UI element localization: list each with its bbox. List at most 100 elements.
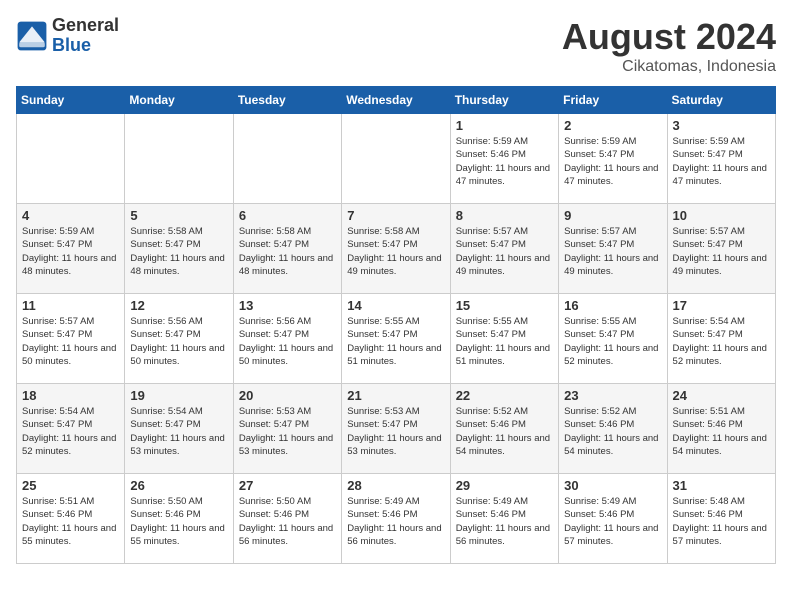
day-info: Sunrise: 5:57 AM Sunset: 5:47 PM Dayligh… <box>673 225 770 278</box>
day-number: 29 <box>456 478 553 493</box>
calendar-cell: 24Sunrise: 5:51 AM Sunset: 5:46 PM Dayli… <box>667 384 775 474</box>
day-number: 25 <box>22 478 119 493</box>
header-sunday: Sunday <box>17 87 125 114</box>
day-number: 26 <box>130 478 227 493</box>
calendar-cell: 30 Sunrise: 5:49 AM Sunset: 5:46 PM Dayli… <box>559 474 667 564</box>
day-info: Sunrise: 5:51 AM Sunset: 5:46 PM Dayligh… <box>22 495 119 548</box>
calendar-cell: 31Sunrise: 5:48 AM Sunset: 5:46 PM Dayli… <box>667 474 775 564</box>
day-number: 1 <box>456 118 553 133</box>
calendar-cell: 8 Sunrise: 5:57 AM Sunset: 5:47 PM Daylig… <box>450 204 558 294</box>
day-number: 22 <box>456 388 553 403</box>
day-info: Sunrise: 5:54 AM Sunset: 5:47 PM Dayligh… <box>22 405 119 458</box>
day-info: Sunrise: 5:55 AM Sunset: 5:47 PM Dayligh… <box>347 315 444 368</box>
day-info: Sunrise: 5:58 AM Sunset: 5:47 PM Dayligh… <box>347 225 444 278</box>
day-info: Sunrise: 5:49 AM Sunset: 5:46 PM Dayligh… <box>564 495 661 548</box>
day-number: 8 <box>456 208 553 223</box>
day-number: 2 <box>564 118 661 133</box>
calendar-cell: 1 Sunrise: 5:59 AM Sunset: 5:46 PM Daylig… <box>450 114 558 204</box>
calendar-cell: 25 Sunrise: 5:51 AM Sunset: 5:46 PM Dayli… <box>17 474 125 564</box>
calendar-cell: 9Sunrise: 5:57 AM Sunset: 5:47 PM Daylig… <box>559 204 667 294</box>
calendar-cell: 23 Sunrise: 5:52 AM Sunset: 5:46 PM Dayli… <box>559 384 667 474</box>
calendar-cell: 7 Sunrise: 5:58 AM Sunset: 5:47 PM Daylig… <box>342 204 450 294</box>
week-row-2: 11Sunrise: 5:57 AM Sunset: 5:47 PM Dayli… <box>17 294 776 384</box>
day-number: 10 <box>673 208 770 223</box>
day-info: Sunrise: 5:52 AM Sunset: 5:46 PM Dayligh… <box>564 405 661 458</box>
calendar-cell: 20Sunrise: 5:53 AM Sunset: 5:47 PM Dayli… <box>233 384 341 474</box>
day-info: Sunrise: 5:54 AM Sunset: 5:47 PM Dayligh… <box>673 315 770 368</box>
day-info: Sunrise: 5:55 AM Sunset: 5:47 PM Dayligh… <box>564 315 661 368</box>
day-number: 12 <box>130 298 227 313</box>
day-info: Sunrise: 5:59 AM Sunset: 5:46 PM Dayligh… <box>456 135 553 188</box>
day-info: Sunrise: 5:56 AM Sunset: 5:47 PM Dayligh… <box>239 315 336 368</box>
day-number: 17 <box>673 298 770 313</box>
day-header-row: SundayMondayTuesdayWednesdayThursdayFrid… <box>17 87 776 114</box>
calendar-cell: 2 Sunrise: 5:59 AM Sunset: 5:47 PM Daylig… <box>559 114 667 204</box>
calendar-cell: 19 Sunrise: 5:54 AM Sunset: 5:47 PM Dayli… <box>125 384 233 474</box>
day-info: Sunrise: 5:57 AM Sunset: 5:47 PM Dayligh… <box>22 315 119 368</box>
title-area: August 2024 Cikatomas, Indonesia <box>562 16 776 76</box>
header-tuesday: Tuesday <box>233 87 341 114</box>
day-number: 18 <box>22 388 119 403</box>
calendar-cell: 14 Sunrise: 5:55 AM Sunset: 5:47 PM Dayli… <box>342 294 450 384</box>
calendar-subtitle: Cikatomas, Indonesia <box>562 58 776 76</box>
day-info: Sunrise: 5:51 AM Sunset: 5:46 PM Dayligh… <box>673 405 770 458</box>
calendar-table: SundayMondayTuesdayWednesdayThursdayFrid… <box>16 86 776 564</box>
calendar-cell: 22Sunrise: 5:52 AM Sunset: 5:46 PM Dayli… <box>450 384 558 474</box>
day-number: 19 <box>130 388 227 403</box>
week-row-4: 25 Sunrise: 5:51 AM Sunset: 5:46 PM Dayli… <box>17 474 776 564</box>
week-row-1: 4 Sunrise: 5:59 AM Sunset: 5:47 PM Daylig… <box>17 204 776 294</box>
calendar-cell: 13Sunrise: 5:56 AM Sunset: 5:47 PM Dayli… <box>233 294 341 384</box>
logo: General Blue <box>16 16 119 56</box>
header-saturday: Saturday <box>667 87 775 114</box>
calendar-cell: 18 Sunrise: 5:54 AM Sunset: 5:47 PM Dayli… <box>17 384 125 474</box>
day-number: 5 <box>130 208 227 223</box>
header-wednesday: Wednesday <box>342 87 450 114</box>
day-info: Sunrise: 5:59 AM Sunset: 5:47 PM Dayligh… <box>673 135 770 188</box>
day-info: Sunrise: 5:58 AM Sunset: 5:47 PM Dayligh… <box>239 225 336 278</box>
day-number: 14 <box>347 298 444 313</box>
day-number: 27 <box>239 478 336 493</box>
day-info: Sunrise: 5:54 AM Sunset: 5:47 PM Dayligh… <box>130 405 227 458</box>
calendar-cell: 5 Sunrise: 5:58 AM Sunset: 5:47 PM Daylig… <box>125 204 233 294</box>
day-number: 31 <box>673 478 770 493</box>
calendar-cell: 3Sunrise: 5:59 AM Sunset: 5:47 PM Daylig… <box>667 114 775 204</box>
day-info: Sunrise: 5:58 AM Sunset: 5:47 PM Dayligh… <box>130 225 227 278</box>
day-info: Sunrise: 5:50 AM Sunset: 5:46 PM Dayligh… <box>239 495 336 548</box>
header-thursday: Thursday <box>450 87 558 114</box>
day-info: Sunrise: 5:55 AM Sunset: 5:47 PM Dayligh… <box>456 315 553 368</box>
calendar-cell: 15Sunrise: 5:55 AM Sunset: 5:47 PM Dayli… <box>450 294 558 384</box>
day-number: 4 <box>22 208 119 223</box>
page-header: General Blue August 2024 Cikatomas, Indo… <box>16 16 776 76</box>
calendar-cell: 27 Sunrise: 5:50 AM Sunset: 5:46 PM Dayli… <box>233 474 341 564</box>
calendar-cell: 28Sunrise: 5:49 AM Sunset: 5:46 PM Dayli… <box>342 474 450 564</box>
day-info: Sunrise: 5:59 AM Sunset: 5:47 PM Dayligh… <box>564 135 661 188</box>
calendar-cell: 11Sunrise: 5:57 AM Sunset: 5:47 PM Dayli… <box>17 294 125 384</box>
calendar-cell <box>342 114 450 204</box>
calendar-cell: 4 Sunrise: 5:59 AM Sunset: 5:47 PM Daylig… <box>17 204 125 294</box>
calendar-cell: 16 Sunrise: 5:55 AM Sunset: 5:47 PM Dayli… <box>559 294 667 384</box>
day-number: 7 <box>347 208 444 223</box>
logo-icon <box>16 20 48 52</box>
day-info: Sunrise: 5:59 AM Sunset: 5:47 PM Dayligh… <box>22 225 119 278</box>
day-number: 21 <box>347 388 444 403</box>
calendar-cell: 29Sunrise: 5:49 AM Sunset: 5:46 PM Dayli… <box>450 474 558 564</box>
logo-text: General Blue <box>52 16 119 56</box>
day-info: Sunrise: 5:53 AM Sunset: 5:47 PM Dayligh… <box>239 405 336 458</box>
logo-blue: Blue <box>52 36 119 56</box>
calendar-cell <box>233 114 341 204</box>
calendar-cell: 26Sunrise: 5:50 AM Sunset: 5:46 PM Dayli… <box>125 474 233 564</box>
week-row-3: 18 Sunrise: 5:54 AM Sunset: 5:47 PM Dayli… <box>17 384 776 474</box>
calendar-cell <box>125 114 233 204</box>
day-info: Sunrise: 5:49 AM Sunset: 5:46 PM Dayligh… <box>347 495 444 548</box>
day-number: 16 <box>564 298 661 313</box>
calendar-cell: 12 Sunrise: 5:56 AM Sunset: 5:47 PM Dayli… <box>125 294 233 384</box>
day-number: 9 <box>564 208 661 223</box>
day-info: Sunrise: 5:53 AM Sunset: 5:47 PM Dayligh… <box>347 405 444 458</box>
day-number: 6 <box>239 208 336 223</box>
header-friday: Friday <box>559 87 667 114</box>
day-info: Sunrise: 5:56 AM Sunset: 5:47 PM Dayligh… <box>130 315 227 368</box>
calendar-cell: 17 Sunrise: 5:54 AM Sunset: 5:47 PM Dayli… <box>667 294 775 384</box>
day-number: 30 <box>564 478 661 493</box>
day-info: Sunrise: 5:57 AM Sunset: 5:47 PM Dayligh… <box>456 225 553 278</box>
day-number: 23 <box>564 388 661 403</box>
